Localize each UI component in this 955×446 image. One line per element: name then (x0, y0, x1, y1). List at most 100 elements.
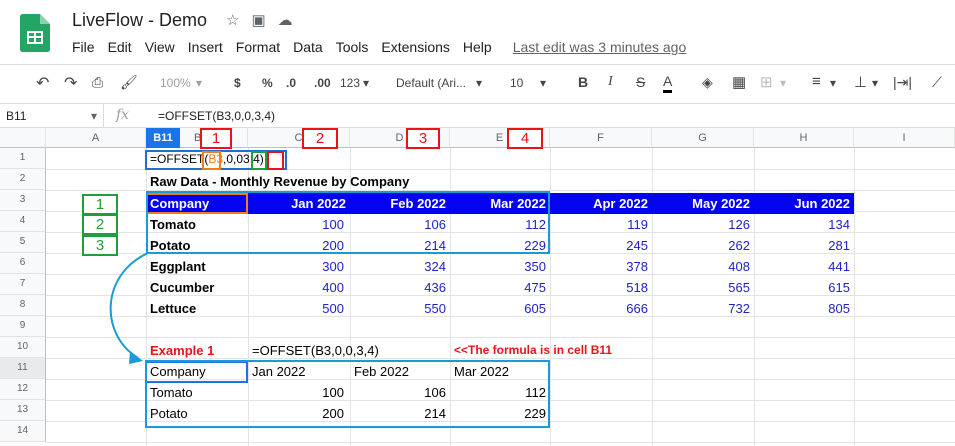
col-header-i[interactable]: I (854, 128, 955, 148)
row-header[interactable]: 6 (0, 253, 46, 274)
row-header[interactable]: 14 (0, 421, 46, 442)
revenue-value[interactable]: 350 (450, 259, 546, 274)
row-header[interactable]: 13 (0, 400, 46, 421)
fill-color-icon[interactable]: ◈ (702, 74, 713, 91)
text-wrap-icon[interactable]: |⇥| (893, 74, 912, 91)
revenue-value[interactable]: 281 (754, 238, 850, 253)
undo-icon[interactable]: ↶ (36, 73, 49, 93)
zoom-select[interactable]: 100% (160, 76, 191, 90)
revenue-value[interactable]: 805 (754, 301, 850, 316)
col-header-b[interactable]: B11 B (146, 128, 248, 148)
revenue-value[interactable]: 134 (754, 217, 850, 232)
menu-data[interactable]: Data (293, 39, 323, 55)
formula-input[interactable]: =OFFSET(B3,0,0,3,4) (158, 109, 275, 123)
revenue-value[interactable]: 245 (550, 238, 648, 253)
strikethrough-button[interactable]: S (636, 74, 645, 90)
formats-dropdown-icon[interactable]: ▾ (363, 76, 369, 90)
currency-button[interactable]: $ (234, 76, 241, 90)
revenue-value[interactable]: 324 (350, 259, 446, 274)
revenue-value[interactable]: 732 (652, 301, 750, 316)
row-header[interactable]: 10 (0, 337, 46, 358)
row-header-active[interactable]: 11 (0, 358, 46, 379)
menu-format[interactable]: Format (236, 39, 280, 55)
italic-button[interactable]: I (608, 74, 613, 90)
revenue-value[interactable]: 408 (652, 259, 750, 274)
vertical-align-icon[interactable]: ⊥ (854, 73, 867, 91)
raw-data-title[interactable]: Raw Data - Monthly Revenue by Company (150, 174, 409, 189)
row-header[interactable]: 9 (0, 316, 46, 337)
row-header[interactable]: 4 (0, 211, 46, 232)
percent-button[interactable]: % (262, 76, 273, 90)
revenue-value[interactable]: 615 (754, 280, 850, 295)
merge-dropdown-icon[interactable]: ▾ (780, 76, 786, 90)
row-header[interactable]: 8 (0, 295, 46, 316)
menu-extensions[interactable]: Extensions (381, 39, 449, 55)
bold-button[interactable]: B (578, 74, 588, 90)
font-select[interactable]: Default (Ari... (396, 76, 466, 90)
text-color-button[interactable]: A (663, 72, 673, 93)
select-all-corner[interactable] (0, 128, 46, 148)
more-formats-button[interactable]: 123 (340, 76, 360, 90)
example-formula[interactable]: =OFFSET(B3,0,0,3,4) (252, 343, 379, 358)
revenue-value[interactable]: 605 (450, 301, 546, 316)
redo-icon[interactable]: ↷ (64, 73, 77, 93)
example-label[interactable]: Example 1 (150, 343, 214, 358)
star-icon[interactable]: ☆ (226, 11, 239, 29)
font-dropdown-icon[interactable]: ▾ (476, 76, 482, 90)
size-dropdown-icon[interactable]: ▾ (540, 76, 546, 90)
header-month[interactable]: Apr 2022 (550, 196, 648, 211)
revenue-value[interactable]: 565 (652, 280, 750, 295)
revenue-value[interactable]: 126 (652, 217, 750, 232)
paint-format-icon[interactable]: 🖌 (120, 74, 138, 91)
revenue-value[interactable]: 262 (652, 238, 750, 253)
menu-insert[interactable]: Insert (188, 39, 223, 55)
revenue-value[interactable]: 475 (450, 280, 546, 295)
menu-help[interactable]: Help (463, 39, 492, 55)
menu-edit[interactable]: Edit (108, 39, 132, 55)
increase-decimal-button[interactable]: .00 (314, 76, 331, 90)
name-box-dropdown-icon[interactable]: ▾ (91, 109, 97, 123)
merge-cells-icon[interactable]: ⊞ (760, 73, 773, 91)
revenue-value[interactable]: 378 (550, 259, 648, 274)
row-header[interactable]: 3 (0, 190, 46, 211)
sheets-logo-icon[interactable] (20, 14, 50, 52)
last-edit-link[interactable]: Last edit was 3 minutes ago (513, 39, 687, 55)
font-size-select[interactable]: 10 (510, 76, 523, 90)
menu-view[interactable]: View (145, 39, 175, 55)
header-month[interactable]: May 2022 (652, 196, 750, 211)
header-month[interactable]: Jun 2022 (754, 196, 850, 211)
doc-title[interactable]: LiveFlow - Demo (72, 10, 207, 31)
col-header-a[interactable]: A (46, 128, 146, 148)
decrease-decimal-button[interactable]: .0 (286, 76, 296, 90)
revenue-value[interactable]: 400 (248, 280, 344, 295)
example-note[interactable]: <<The formula is in cell B11 (454, 343, 612, 357)
menu-file[interactable]: File (72, 39, 95, 55)
revenue-value[interactable]: 550 (350, 301, 446, 316)
name-box[interactable]: B11 ▾ (0, 104, 104, 128)
zoom-dropdown-icon[interactable]: ▾ (196, 76, 202, 90)
col-header-f[interactable]: F (550, 128, 652, 148)
col-header-h[interactable]: H (754, 128, 854, 148)
align-dropdown-icon[interactable]: ▾ (830, 76, 836, 90)
align-left-icon[interactable]: ≡ (812, 73, 821, 90)
cloud-status-icon[interactable]: ☁ (278, 11, 293, 29)
borders-icon[interactable]: ▦ (732, 73, 746, 91)
revenue-value[interactable]: 436 (350, 280, 446, 295)
row-header[interactable]: 2 (0, 169, 46, 190)
revenue-value[interactable]: 300 (248, 259, 344, 274)
row-header[interactable]: 1 (0, 148, 46, 169)
row-header[interactable]: 5 (0, 232, 46, 253)
revenue-value[interactable]: 666 (550, 301, 648, 316)
revenue-value[interactable]: 119 (550, 217, 648, 232)
move-folder-icon[interactable]: ▣ (251, 11, 265, 29)
valign-dropdown-icon[interactable]: ▾ (872, 76, 878, 90)
print-icon[interactable]: ⎙ (92, 74, 103, 91)
revenue-value[interactable]: 518 (550, 280, 648, 295)
row-header[interactable]: 7 (0, 274, 46, 295)
row-header[interactable]: 12 (0, 379, 46, 400)
menu-tools[interactable]: Tools (336, 39, 369, 55)
col-header-g[interactable]: G (652, 128, 754, 148)
text-rotation-icon[interactable]: ⟋ (932, 74, 942, 91)
revenue-value[interactable]: 500 (248, 301, 344, 316)
revenue-value[interactable]: 441 (754, 259, 850, 274)
